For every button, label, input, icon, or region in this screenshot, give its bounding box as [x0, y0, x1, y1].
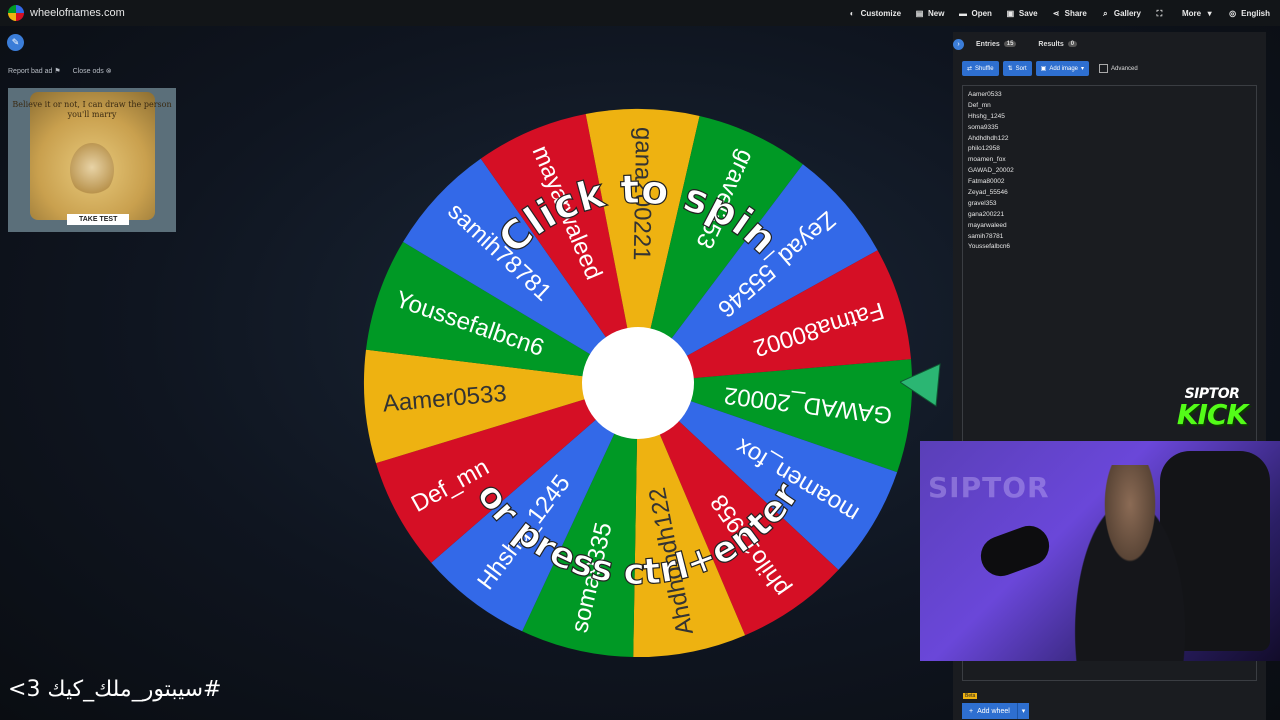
file-icon: ▤ — [915, 8, 924, 18]
entries-toolbar: ⇄ Shuffle ⇅ Sort ▣ Add image ▾ Advanced — [962, 61, 1138, 76]
entry-line[interactable]: Youssefalbcn6 — [963, 242, 1256, 253]
top-bar: wheelofnames.com ◐ Customize ▤ New ▬ Open ▣ Sav… — [0, 0, 1280, 26]
folder-icon: ▬ — [958, 8, 967, 18]
entry-line[interactable]: philo12958 — [963, 144, 1256, 155]
menu-item-save[interactable]: ▣ Save — [1006, 9, 1038, 18]
close-icon: ⊗ — [105, 68, 112, 75]
kick-logo-main: KICK — [1176, 398, 1248, 431]
pencil-icon: ✎ — [11, 37, 20, 47]
edit-pencil-button[interactable]: ✎ — [7, 34, 24, 51]
ad-banner-text: Believe it or not, I can draw the person… — [12, 100, 172, 119]
chevron-down-icon: ▾ — [1207, 8, 1212, 18]
entry-line[interactable]: moamen_fox — [963, 155, 1256, 166]
add-wheel-dropdown-button[interactable]: ▾ — [1016, 703, 1030, 719]
wheel[interactable]: GAWAD_20002 moamen_fox philo12958 Ahdhdhdh1… — [362, 94, 914, 672]
ad-banner[interactable]: Believe it or not, I can draw the person… — [8, 88, 176, 232]
menu-item-share[interactable]: ⋖ Share — [1052, 9, 1087, 18]
tab-entries[interactable]: Entries 15 — [976, 41, 1017, 48]
add-wheel-row: Beta + Add wheel ▾ — [962, 684, 1030, 719]
entry-line[interactable]: samih78781 — [963, 232, 1256, 243]
search-icon: ⌕ — [1103, 8, 1108, 18]
close-ads-link[interactable]: Close ods ⊗ — [73, 67, 112, 75]
globe-icon: ◎ — [1229, 8, 1237, 18]
stream-caption: #سيبتور_ملك_كيك 3> — [8, 677, 222, 702]
menu-item-gallery[interactable]: ⌕ Gallery — [1101, 9, 1141, 18]
add-image-button[interactable]: ▣ Add image ▾ — [1035, 61, 1090, 76]
entry-line[interactable]: Fatma80002 — [963, 177, 1256, 188]
menu-item-more[interactable]: More ▾ — [1182, 9, 1214, 18]
entry-line[interactable]: Aamer0533 — [963, 90, 1256, 101]
wheel-svg[interactable]: GAWAD_20002moamen_foxphilo12958Ahdhdhdh1… — [362, 94, 914, 672]
tab-results[interactable]: Results 0 — [1038, 41, 1078, 48]
entry-line[interactable]: Zeyad_55546 — [963, 188, 1256, 199]
entry-line[interactable]: GAWAD_20002 — [963, 166, 1256, 177]
entry-line[interactable]: gana200221 — [963, 210, 1256, 221]
menu-item-fullscreen[interactable]: ⛶ — [1155, 9, 1168, 18]
ad-take-test-button[interactable]: TAKE TEST — [67, 214, 130, 225]
shuffle-button[interactable]: ⇄ Shuffle — [962, 61, 999, 76]
ad-portrait — [70, 143, 114, 197]
streamer — [1060, 465, 1200, 661]
advanced-checkbox[interactable]: Advanced — [1099, 64, 1138, 73]
report-bad-ad-link[interactable]: Report bad ad ⚑ — [8, 67, 61, 75]
entry-line[interactable]: Ahdhdhdh122 — [963, 134, 1256, 145]
webcam-overlay: SIPTOR — [920, 441, 1280, 661]
entry-line[interactable]: Def_mn — [963, 101, 1256, 112]
neon-sign: SIPTOR — [928, 471, 1050, 504]
menu-item-customize[interactable]: ◐ Customize — [848, 9, 901, 18]
plus-icon: + — [969, 707, 974, 715]
palette-icon: ◐ — [849, 8, 855, 18]
brand[interactable]: wheelofnames.com — [8, 5, 125, 21]
chevron-down-icon: ▾ — [1021, 708, 1026, 715]
entry-line[interactable]: Hhshg_1245 — [963, 112, 1256, 123]
chevron-down-icon: ▾ — [1081, 66, 1085, 72]
entry-line[interactable]: gravel353 — [963, 199, 1256, 210]
fullscreen-icon: ⛶ — [1156, 8, 1163, 18]
menu-item-english[interactable]: ◎ English — [1228, 9, 1270, 18]
menu-item-new[interactable]: ▤ New — [915, 8, 945, 18]
entry-line[interactable]: soma9335 — [963, 123, 1256, 134]
entries-count-badge: 15 — [1003, 41, 1017, 47]
collapse-arrow-icon[interactable]: › — [953, 38, 964, 50]
share-icon: ⋖ — [1052, 8, 1060, 18]
panel-tabs: › Entries 15 Results 0 — [953, 36, 1078, 52]
kick-logo: SIPTOR KICK — [1158, 386, 1266, 440]
menu-item-open[interactable]: ▬ Open — [958, 8, 992, 18]
wheel-logo-icon — [8, 5, 24, 21]
save-icon: ▣ — [1006, 8, 1015, 18]
add-wheel-button[interactable]: + Add wheel — [962, 703, 1017, 719]
ad-links: Report bad ad ⚑ Close ods ⊗ — [8, 67, 112, 75]
beta-badge: Beta — [963, 693, 978, 699]
sort-icon: ⇅ — [1007, 66, 1013, 72]
wheel-hub[interactable] — [582, 327, 694, 439]
entry-line[interactable]: mayarwaleed — [963, 221, 1256, 232]
shuffle-icon: ⇄ — [967, 66, 973, 72]
checkbox-icon — [1099, 64, 1109, 73]
sort-button[interactable]: ⇅ Sort — [1002, 61, 1032, 76]
top-menu: ◐ Customize ▤ New ▬ Open ▣ Save ⋖ Share ⌕ Gallery ⛶ M… — [848, 0, 1270, 26]
flag-icon: ⚑ — [54, 68, 61, 75]
image-icon: ▣ — [1040, 66, 1047, 72]
wheel-pointer-icon — [900, 363, 941, 407]
results-count-badge: 0 — [1067, 41, 1078, 47]
brand-name: wheelofnames.com — [30, 7, 125, 19]
